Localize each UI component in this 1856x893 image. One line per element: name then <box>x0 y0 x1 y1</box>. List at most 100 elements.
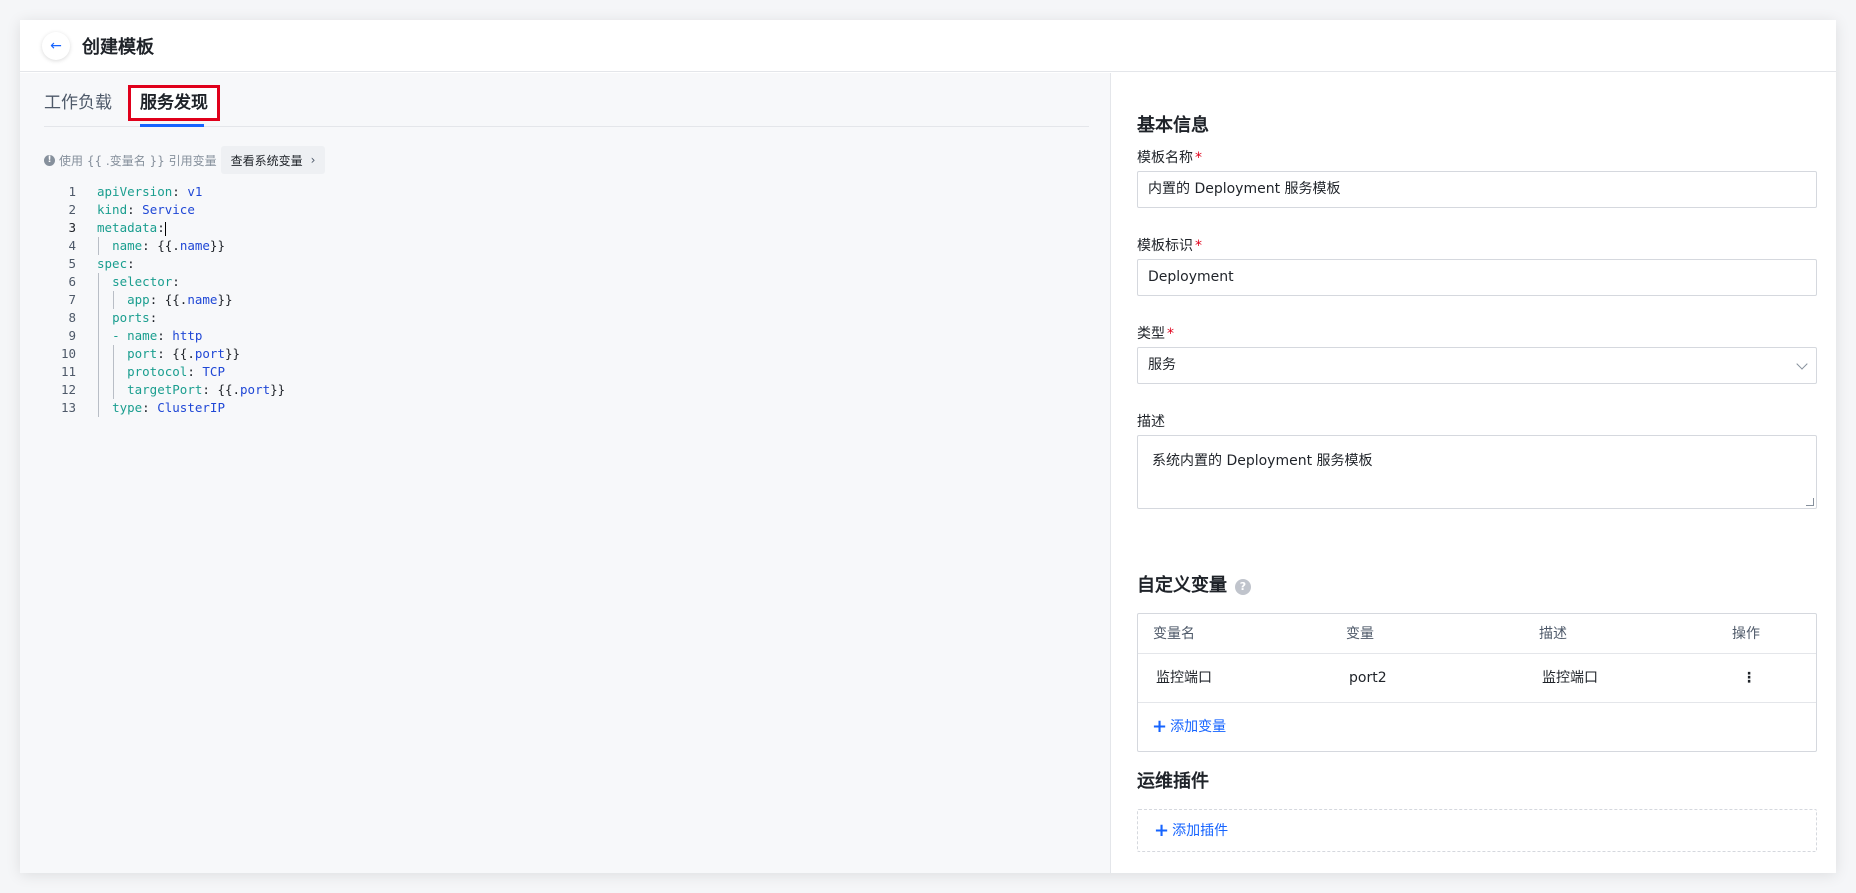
editor-panel: 工作负载 服务发现 ! 使用 {{ .变量名 }} 引用变量 查看系统变量 › … <box>20 73 1111 873</box>
type-select[interactable]: 服务 <box>1137 347 1817 384</box>
code-token: {{. <box>164 292 188 307</box>
code-token: name <box>187 292 218 307</box>
code-token: : <box>157 346 173 361</box>
code-token: : <box>172 184 188 199</box>
code-token: : <box>157 220 165 235</box>
tab-bar: 工作负载 服务发现 <box>44 73 1089 127</box>
code-token: }} <box>217 292 233 307</box>
code-token: : <box>172 274 180 289</box>
code-token: name <box>127 328 158 343</box>
row-variable-value: port2 <box>1349 670 1387 686</box>
indent-guide <box>98 345 99 363</box>
code-token: ports <box>112 310 150 325</box>
indent-guide <box>98 291 99 309</box>
code-line: 6 selector: <box>44 273 1089 291</box>
page-header: ← 创建模板 <box>20 20 1836 72</box>
description-textarea[interactable]: 系统内置的 Deployment 服务模板 <box>1137 435 1817 509</box>
code-text: type: ClusterIP <box>97 399 225 417</box>
type-select-value: 服务 <box>1148 357 1176 373</box>
tab-service-discovery[interactable]: 服务发现 <box>128 85 220 121</box>
type-label: 类型 * <box>1137 326 1174 342</box>
code-text: ports: <box>97 309 157 327</box>
column-header-description: 描述 <box>1539 626 1567 642</box>
line-number: 10 <box>60 346 76 361</box>
description-value: 系统内置的 Deployment 服务模板 <box>1152 453 1373 469</box>
code-text: port: {{.port}} <box>97 345 240 363</box>
code-token: Service <box>142 202 195 217</box>
code-line: 4 name: {{.name}} <box>44 237 1089 255</box>
line-number: 9 <box>68 328 76 343</box>
indent-guide <box>98 327 99 345</box>
line-number: 13 <box>60 400 76 415</box>
yaml-code-editor[interactable]: 1 apiVersion: v1 2 kind: Service 3 metadata: 4… <box>44 183 1089 583</box>
page-title: 创建模板 <box>82 36 154 58</box>
description-label: 描述 <box>1137 414 1165 430</box>
code-text: spec: <box>97 255 135 273</box>
indent-guide <box>113 381 114 399</box>
column-header-action: 操作 <box>1732 626 1760 642</box>
template-id-input[interactable]: Deployment <box>1137 259 1817 296</box>
text-cursor <box>164 221 166 236</box>
code-token: port <box>194 346 225 361</box>
basic-info-title: 基本信息 <box>1137 115 1209 136</box>
code-token: protocol <box>127 364 188 379</box>
hint-text: 使用 {{ .变量名 }} 引用变量 <box>59 153 217 168</box>
question-circle-icon[interactable]: ? <box>1235 579 1251 595</box>
add-plugin-button[interactable]: + 添加插件 <box>1154 820 1228 841</box>
code-token: type <box>112 400 143 415</box>
app-window: ← 创建模板 工作负载 服务发现 ! 使用 {{ .变量名 }} 引用变量 查看… <box>20 20 1836 873</box>
table-header-row: 变量名 变量 描述 操作 <box>1138 614 1816 654</box>
indent-guide <box>98 237 99 255</box>
plus-icon: + <box>1152 716 1168 737</box>
resize-handle[interactable] <box>1806 498 1814 506</box>
indent-guide <box>113 345 114 363</box>
code-token: }} <box>224 346 241 361</box>
code-text: selector: <box>97 273 180 291</box>
column-header-variable: 变量 <box>1346 626 1374 642</box>
code-line: 13 type: ClusterIP <box>44 399 1089 417</box>
indent-guide <box>98 399 99 417</box>
add-variable-button[interactable]: + 添加变量 <box>1152 716 1226 737</box>
code-token: http <box>172 328 203 343</box>
code-text: apiVersion: v1 <box>97 183 202 201</box>
info-icon: ! <box>44 154 55 166</box>
column-header-name: 变量名 <box>1153 626 1195 642</box>
indent-guide <box>113 291 114 309</box>
code-line: 11 protocol: TCP <box>44 363 1089 381</box>
code-token: {{. <box>172 346 195 361</box>
code-token: : <box>202 382 218 397</box>
custom-variables-title: 自定义变量? <box>1137 571 1251 597</box>
code-line: 2 kind: Service <box>44 201 1089 219</box>
code-token: : <box>149 310 158 325</box>
code-token: : <box>127 202 143 217</box>
line-number: 12 <box>60 382 76 397</box>
chevron-down-icon <box>1796 358 1808 370</box>
more-actions-icon[interactable]: ⋮ <box>1742 654 1756 703</box>
indent-guide <box>98 309 99 327</box>
code-token: app <box>127 292 150 307</box>
variable-hint: ! 使用 {{ .变量名 }} 引用变量 查看系统变量 › <box>44 146 326 174</box>
template-name-input[interactable]: 内置的 Deployment 服务模板 <box>1137 171 1817 208</box>
back-button[interactable]: ← <box>42 31 70 60</box>
code-text: metadata: <box>97 219 166 237</box>
arrow-left-icon: ← <box>50 37 62 54</box>
code-token: port <box>240 382 271 397</box>
code-line: 12 targetPort: {{.port}} <box>44 381 1089 399</box>
code-line: 9 - name: http <box>44 327 1089 345</box>
row-variable-description: 监控端口 <box>1542 670 1598 686</box>
line-number: 3 <box>68 220 76 235</box>
code-token: port <box>127 346 158 361</box>
table-row: 监控端口 port2 监控端口 ⋮ <box>1138 654 1816 703</box>
code-token: - <box>112 328 128 343</box>
code-line: 5 spec: <box>44 255 1089 273</box>
code-token: }} <box>209 238 225 253</box>
code-line: 8 ports: <box>44 309 1089 327</box>
code-token: ClusterIP <box>157 400 225 415</box>
view-system-variables-button[interactable]: 查看系统变量 › <box>220 146 326 174</box>
tab-workload[interactable]: 工作负载 <box>44 87 112 119</box>
plugins-dropzone: + 添加插件 <box>1137 809 1817 852</box>
line-number: 6 <box>68 274 76 289</box>
